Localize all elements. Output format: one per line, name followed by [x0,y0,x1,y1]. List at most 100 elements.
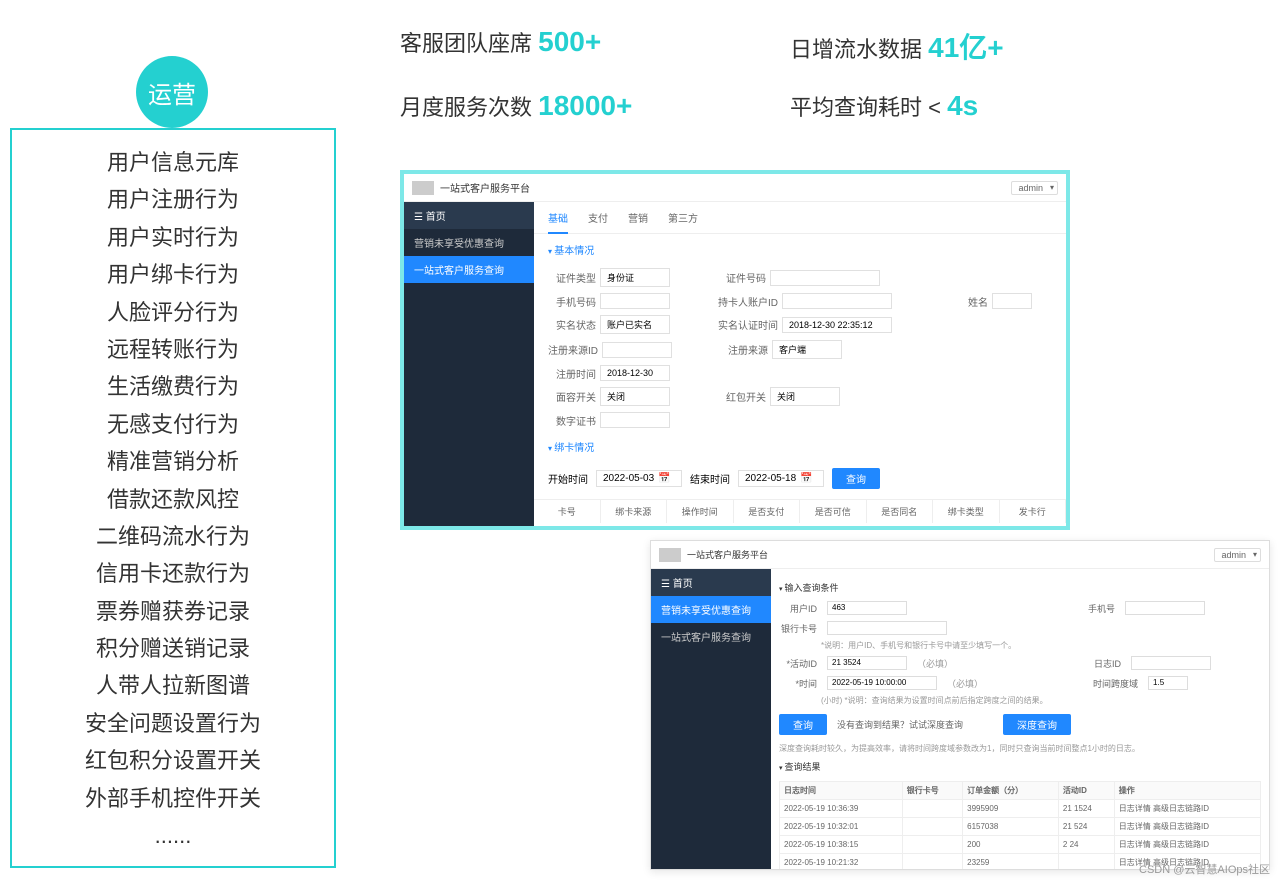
td-amount: 200 [963,836,1059,854]
section-card[interactable]: 绑卡情况 [534,431,1066,462]
left-item: 票券赠获券记录 [12,593,334,630]
calendar-icon: 📅 [658,473,670,484]
th: 绑卡来源 [601,500,668,523]
value-name [992,293,1032,309]
stat-label: 平均查询耗时 < [790,95,947,120]
input-phone[interactable] [1125,601,1205,615]
th: 操作 [1114,782,1260,800]
sidebar-home[interactable]: ☰ 首页 [404,202,534,229]
section-basic[interactable]: 基本情况 [534,234,1066,265]
th: 活动ID [1058,782,1114,800]
input-span[interactable]: 1.5 [1148,676,1188,690]
user-dropdown[interactable]: admin [1214,548,1261,562]
stat-label: 客服团队座席 [400,31,538,56]
value-regtime: 2018-12-30 [600,365,670,381]
label-start: 开始时间 [548,471,588,486]
td-activity [1058,854,1114,870]
left-item: 二维码流水行为 [12,518,334,555]
sidebar-item-promo[interactable]: 营销未享受优惠查询 [651,596,771,623]
th: 日志时间 [780,782,903,800]
stat-value: 4s [947,90,978,121]
td-op-link[interactable]: 日志详情 高级日志链路ID [1114,818,1260,836]
td-activity: 21 1524 [1058,800,1114,818]
app-title: 一站式客户服务平台 [687,548,1214,561]
tab-marketing[interactable]: 营销 [628,210,648,225]
label-carduser: 持卡人账户ID [718,294,778,309]
th: 发卡行 [1000,500,1067,523]
calendar-icon: 📅 [800,473,812,484]
label-name: 姓名 [940,294,988,309]
section-query[interactable]: 输入查询条件 [779,577,1261,598]
stat-value: 41亿+ [928,32,1004,63]
left-item: 用户注册行为 [12,181,334,218]
label-span: 时间跨度域 [1093,677,1138,690]
left-item: 远程转账行为 [12,331,334,368]
td-op-link[interactable]: 日志详情 高级日志链路ID [1114,800,1260,818]
left-item: 安全问题设置行为 [12,705,334,742]
main-panel: 输入查询条件 用户ID463 手机号 银行卡号 *说明：用户ID、手机号和银行卡… [771,569,1269,869]
section-result[interactable]: 查询结果 [779,756,1261,777]
stat: 平均查询耗时 < 4s [790,90,1180,122]
query-button[interactable]: 查询 [779,714,827,735]
note-required: （必填） [947,677,983,690]
td-amount: 23259 [963,854,1059,870]
td-activity: 2 24 [1058,836,1114,854]
td-time: 2022-05-19 10:32:01 [780,818,903,836]
input-logid[interactable] [1131,656,1211,670]
card-table-header: 卡号 绑卡来源 操作时间 是否支付 是否可信 是否同名 绑卡类型 发卡行 [534,499,1066,523]
sidebar-home[interactable]: ☰ 首页 [651,569,771,596]
td-op-link[interactable]: 日志详情 高级日志链路ID [1114,836,1260,854]
tab-thirdparty[interactable]: 第三方 [668,210,698,225]
input-bank[interactable] [827,621,947,635]
input-start-date[interactable]: 2022-05-03📅 [596,470,682,487]
left-item: 借款还款风控 [12,481,334,518]
value-docno [770,270,880,286]
th: 操作时间 [667,500,734,523]
label-userid: 用户ID [779,602,817,615]
input-time[interactable]: 2022-05-19 10:00:00 [827,676,937,690]
app-header: 一站式客户服务平台 admin [404,174,1066,202]
left-item: 用户实时行为 [12,219,334,256]
table-row: 2022-05-19 10:38:152002 24日志详情 高级日志链路ID [780,836,1261,854]
deep-query-button[interactable]: 深度查询 [1003,714,1071,735]
td-time: 2022-05-19 10:36:39 [780,800,903,818]
input-activity[interactable]: 21 3524 [827,656,907,670]
stat-value: 500+ [538,26,601,57]
left-item: 生活缴费行为 [12,368,334,405]
th: 绑卡类型 [933,500,1000,523]
label-docno: 证件号码 [718,270,766,285]
td-bank [902,836,962,854]
app-header: 一站式客户服务平台 admin [651,541,1269,569]
left-item: 无感支付行为 [12,406,334,443]
stat-label: 日增流水数据 [790,37,928,62]
td-amount: 6157038 [963,818,1059,836]
sidebar-item-onestop[interactable]: 一站式客户服务查询 [404,256,534,283]
tab-pay[interactable]: 支付 [588,210,608,225]
hint-text: (小时) *说明：查询结果为设置时间点前后指定跨度之间的结果。 [779,693,1261,708]
sidebar: ☰ 首页 营销未享受优惠查询 一站式客户服务查询 [651,569,771,869]
user-dropdown[interactable]: admin [1011,181,1058,195]
tab-basic[interactable]: 基础 [548,210,568,234]
th: 是否支付 [734,500,801,523]
value-regsrcid [602,342,672,358]
query-button[interactable]: 查询 [832,468,880,489]
left-item: 信用卡还款行为 [12,555,334,592]
sidebar-item-promo[interactable]: 营销未享受优惠查询 [404,229,534,256]
td-amount: 3995909 [963,800,1059,818]
label-logid: 日志ID [1083,657,1121,670]
logo-icon [659,548,681,562]
value-cert [600,412,670,428]
value-realstatus: 账户已实名 [600,315,670,334]
left-item: 人脸评分行为 [12,294,334,331]
sidebar-item-onestop[interactable]: 一站式客户服务查询 [651,623,771,650]
td-bank [902,800,962,818]
label-activity: *活动ID [779,657,817,670]
label-time: *时间 [779,677,817,690]
value-face: 关闭 [600,387,670,406]
stat: 月度服务次数 18000+ [400,90,790,122]
screenshot-query: 一站式客户服务平台 admin ☰ 首页 营销未享受优惠查询 一站式客户服务查询… [650,540,1270,870]
td-bank [902,818,962,836]
input-end-date[interactable]: 2022-05-18📅 [738,470,824,487]
label-regtime: 注册时间 [548,366,596,381]
input-userid[interactable]: 463 [827,601,907,615]
